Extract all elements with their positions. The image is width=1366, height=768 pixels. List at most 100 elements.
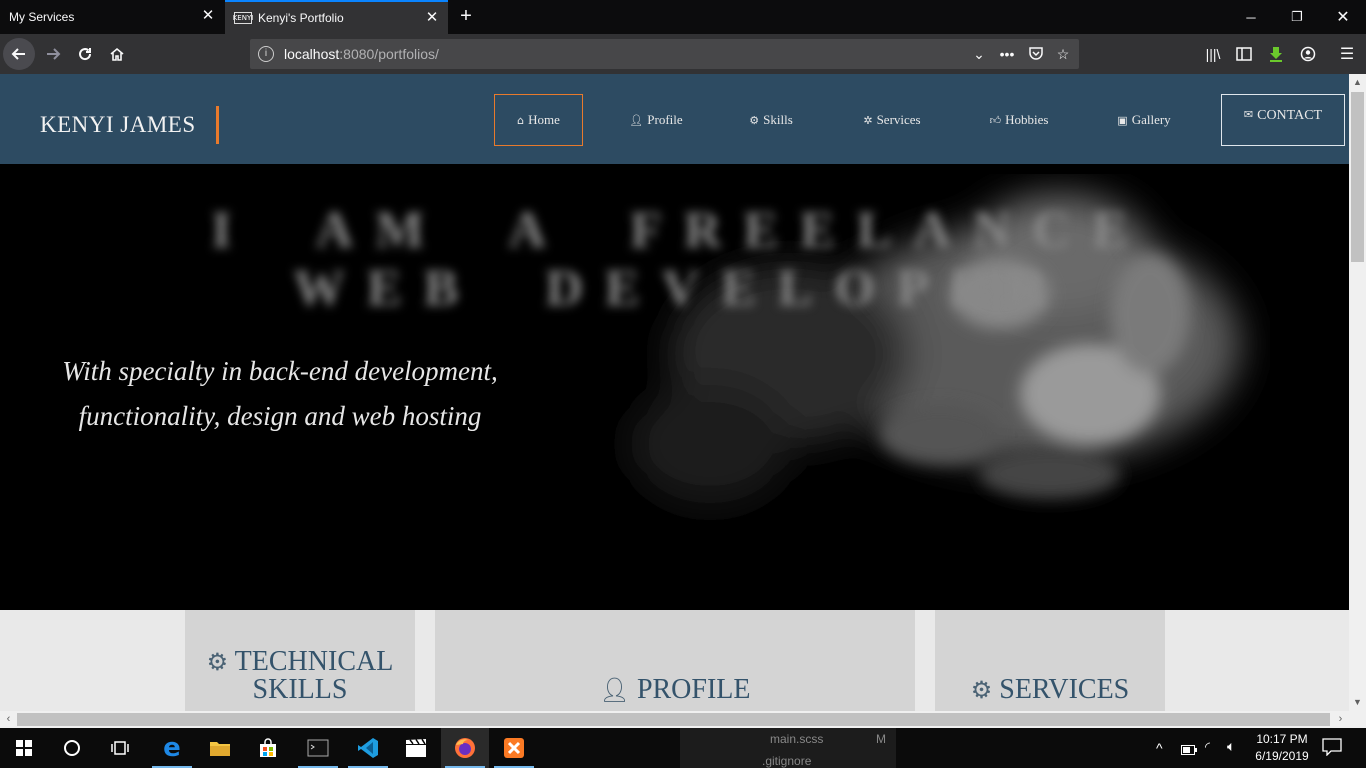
battery-icon[interactable] (1181, 742, 1197, 760)
firefox-icon[interactable] (441, 728, 489, 768)
pocket-icon[interactable] (1027, 45, 1045, 63)
vertical-scrollbar[interactable]: ▲ ▼ (1349, 74, 1366, 711)
thumbs-up-icon: 👍︎ (989, 113, 1002, 127)
search-circle-icon[interactable] (48, 728, 96, 768)
cog-icon: ✲ (863, 113, 873, 127)
horizontal-scrollbar[interactable]: ‹ › (0, 711, 1349, 728)
technical-skills-card[interactable]: ⚙ TECHNICAL SKILLS (185, 610, 415, 711)
nav-home[interactable]: ⌂ Home (494, 94, 583, 146)
url-text: localhost:8080/portfolios/ (284, 46, 439, 62)
brand-divider (216, 106, 219, 144)
terminal-icon[interactable] (294, 728, 342, 768)
wifi-icon[interactable]: ◜ (1205, 739, 1210, 755)
user-icon: 👤︎ (629, 113, 644, 127)
bookmark-star-icon[interactable]: ☆ (1054, 45, 1072, 63)
library-icon[interactable]: |||\ (1197, 38, 1229, 70)
nav-profile[interactable]: 👤︎ Profile (620, 94, 692, 146)
chevron-up-icon[interactable]: ^ (1156, 740, 1163, 756)
tab-kenyis-portfolio[interactable]: KENYI Kenyi's Portfolio ✕ (225, 0, 448, 34)
notifications-icon[interactable] (1322, 738, 1342, 761)
site-navbar: KENYI JAMES ⌂ Home 👤︎ Profile ⚙ Skills ✲… (0, 74, 1349, 164)
minimize-icon[interactable]: ─ (1228, 0, 1274, 34)
card-title-line-1: TECHNICAL (234, 646, 394, 677)
clock-time: 10:17 PM (1256, 732, 1308, 746)
xampp-icon[interactable] (490, 728, 538, 768)
home-icon: ⌂ (517, 113, 525, 127)
profile-card[interactable]: 👤︎ PROFILE (435, 610, 915, 711)
contact-button[interactable]: ✉ CONTACT (1221, 94, 1345, 146)
scroll-down-arrow-icon[interactable]: ▼ (1349, 694, 1366, 711)
page-viewport: KENYI JAMES ⌂ Home 👤︎ Profile ⚙ Skills ✲… (0, 74, 1349, 711)
card-title: SERVICES (999, 674, 1130, 705)
tab-my-services[interactable]: My Services ✕ (0, 0, 224, 34)
clock-date: 6/19/2019 (1255, 749, 1309, 763)
volume-icon[interactable]: 🔈︎ (1227, 738, 1235, 755)
navigation-toolbar: i localhost:8080/portfolios/ ⌄ ••• ☆ |||… (0, 34, 1366, 74)
task-view-icon[interactable] (96, 728, 144, 768)
download-arrow-icon[interactable] (1260, 38, 1292, 70)
hero-specialty: With specialty in back-end development, … (30, 349, 530, 439)
reload-icon[interactable] (69, 38, 101, 70)
window-close-icon[interactable]: ✕ (1320, 0, 1366, 34)
tab-title: Kenyi's Portfolio (258, 11, 344, 25)
windows-start-icon[interactable] (0, 728, 48, 768)
store-bag-icon[interactable] (244, 728, 292, 768)
services-card[interactable]: ⚙ SERVICES (935, 610, 1165, 711)
feature-cards: ⚙ TECHNICAL SKILLS 👤︎ PROFILE ⚙ SERVICES (0, 610, 1349, 711)
user-icon: 👤︎ (599, 676, 630, 704)
nav-label: Services (876, 112, 921, 127)
forward-arrow-icon[interactable] (37, 38, 69, 70)
site-brand[interactable]: KENYI JAMES (40, 112, 196, 138)
ghost-file-2: .gitignore (762, 754, 812, 768)
account-icon[interactable] (1292, 38, 1324, 70)
new-tab-plus-icon[interactable]: + (456, 6, 476, 26)
horizontal-scroll-thumb[interactable] (17, 713, 1330, 726)
page-actions-ellipsis-icon[interactable]: ••• (998, 45, 1016, 63)
scroll-left-arrow-icon[interactable]: ‹ (0, 711, 17, 728)
specialty-line-2: functionality, design and web hosting (78, 401, 482, 431)
close-tab-icon[interactable]: ✕ (424, 10, 440, 26)
address-bar[interactable]: i localhost:8080/portfolios/ ⌄ ••• ☆ (250, 39, 1079, 69)
scroll-right-arrow-icon[interactable]: › (1332, 711, 1349, 728)
close-tab-icon[interactable]: ✕ (200, 8, 216, 24)
tab-title: My Services (9, 10, 75, 24)
vscode-preview-ghost: main.scss M .gitignore (680, 728, 896, 768)
nav-hobbies[interactable]: 👍︎ Hobbies (978, 94, 1060, 146)
card-title-line-2: SKILLS (252, 674, 348, 705)
nav-label: Home (528, 112, 560, 127)
cogs-icon: ⚙ (970, 676, 993, 704)
nav-skills[interactable]: ⚙ Skills (736, 94, 806, 146)
favicon: KENYI (232, 12, 254, 24)
restore-icon[interactable]: ❐ (1274, 0, 1320, 34)
file-explorer-icon[interactable] (196, 728, 244, 768)
nav-label: Profile (647, 112, 683, 127)
home-icon[interactable] (101, 38, 133, 70)
nav-services[interactable]: ✲ Services (852, 94, 932, 146)
nav-label: Hobbies (1005, 112, 1049, 127)
scroll-up-arrow-icon[interactable]: ▲ (1349, 74, 1366, 91)
site-info-icon[interactable]: i (258, 46, 274, 62)
ghost-file-1: main.scss (770, 732, 824, 746)
nav-label: Gallery (1131, 112, 1171, 127)
ghost-file-status: M (876, 732, 886, 746)
vscode-icon[interactable] (344, 728, 392, 768)
sidebar-icon[interactable] (1228, 38, 1260, 70)
back-arrow-icon[interactable] (3, 38, 35, 70)
cogs-icon: ⚙ (206, 648, 229, 676)
scrollbar-corner (1349, 711, 1366, 728)
windows-taskbar: e main.scss M .gitignore ^ ◜ 🔈︎ 10:17 PM… (0, 728, 1366, 768)
chevron-down-icon[interactable]: ⌄ (970, 45, 988, 63)
vertical-scroll-thumb[interactable] (1351, 92, 1364, 262)
hero-headline: I AM A FREELANCE WEB DEVELOPER (211, 202, 1149, 317)
card-title: PROFILE (636, 674, 751, 705)
image-icon: ▣ (1117, 113, 1128, 127)
nav-label: Skills (763, 112, 793, 127)
edge-browser-icon[interactable]: e (148, 728, 196, 768)
system-clock[interactable]: 10:17 PM 6/19/2019 (1243, 731, 1321, 765)
tab-strip: My Services ✕ KENYI Kenyi's Portfolio ✕ … (0, 0, 1366, 34)
hamburger-menu-icon[interactable]: ☰ (1331, 38, 1363, 70)
envelope-icon: ✉ (1243, 108, 1254, 121)
cogs-icon: ⚙ (749, 113, 760, 127)
video-clapper-icon[interactable] (392, 728, 440, 768)
nav-gallery[interactable]: ▣ Gallery (1104, 94, 1184, 146)
